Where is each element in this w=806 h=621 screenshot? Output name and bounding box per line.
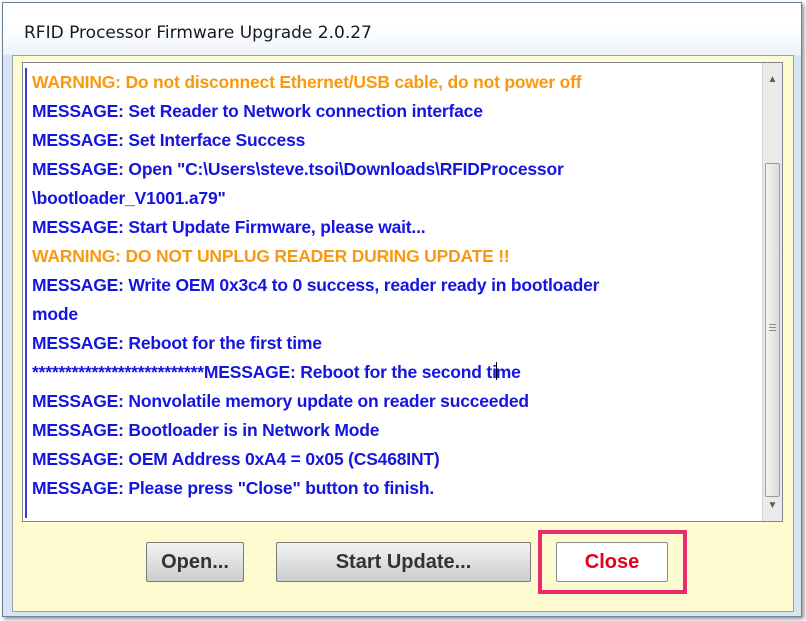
close-button-highlight-box <box>538 530 687 594</box>
log-textbox[interactable]: WARNING: Do not disconnect Ethernet/USB … <box>22 62 783 522</box>
grip-icon <box>769 324 776 333</box>
log-line-message: \bootloader_V1001.a79" <box>32 188 226 208</box>
log-line-message: MESSAGE: Set Reader to Network connectio… <box>32 101 483 121</box>
vertical-scrollbar[interactable]: ▲ ▼ <box>762 63 782 521</box>
log-line-warning: WARNING: Do not disconnect Ethernet/USB … <box>32 72 582 92</box>
log-line-message: MESSAGE: Please press "Close" button to … <box>32 478 434 498</box>
firmware-upgrade-window: RFID Processor Firmware Upgrade 2.0.27 W… <box>2 2 802 617</box>
scroll-up-arrow-icon[interactable]: ▲ <box>763 69 782 89</box>
log-line-message: MESSAGE: Set Interface Success <box>32 130 306 150</box>
text-caret <box>495 362 497 380</box>
log-line-message: MESSAGE: Bootloader is in Network Mode <box>32 420 380 440</box>
log-line-message: MESSAGE: OEM Address 0xA4 = 0x05 (CS468I… <box>32 449 440 469</box>
log-line-message: mode <box>32 304 78 324</box>
scrollbar-thumb[interactable] <box>765 163 780 497</box>
log-line-message: MESSAGE: Reboot for the first time <box>32 333 322 353</box>
scroll-down-arrow-icon[interactable]: ▼ <box>763 495 782 515</box>
log-line-message: MESSAGE: Nonvolatile memory update on re… <box>32 391 529 411</box>
start-update-button[interactable]: Start Update... <box>276 542 531 582</box>
dialog-body: WARNING: Do not disconnect Ethernet/USB … <box>12 55 794 612</box>
log-line-message: MESSAGE: Open "C:\Users\steve.tsoi\Downl… <box>32 159 564 179</box>
log-line-warning: WARNING: DO NOT UNPLUG READER DURING UPD… <box>32 246 510 266</box>
title-bar[interactable]: RFID Processor Firmware Upgrade 2.0.27 <box>3 3 801 55</box>
log-line-message: MESSAGE: Write OEM 0x3c4 to 0 success, r… <box>32 275 600 295</box>
log-line-message: MESSAGE: Start Update Firmware, please w… <box>32 217 426 237</box>
open-button[interactable]: Open... <box>146 542 244 582</box>
log-content: WARNING: Do not disconnect Ethernet/USB … <box>25 68 761 518</box>
log-line-message: **************************MESSAGE: Reboo… <box>32 362 521 382</box>
window-title: RFID Processor Firmware Upgrade 2.0.27 <box>24 23 372 43</box>
